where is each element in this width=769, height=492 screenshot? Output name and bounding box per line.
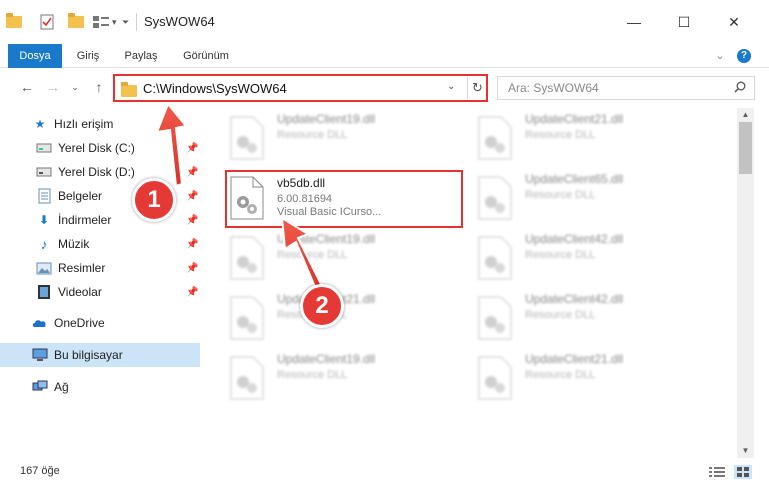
dll-file-icon bbox=[229, 236, 267, 280]
tab-file[interactable]: Dosya bbox=[8, 44, 62, 68]
pin-icon[interactable]: 📌 bbox=[186, 239, 198, 250]
tab-share[interactable]: Paylaş bbox=[116, 44, 166, 68]
nav-this-pc[interactable]: Bu bilgisayar bbox=[0, 343, 200, 367]
address-row: ← → ⌄ ↑ C:\Windows\SysWOW64 ⌄ ↻ Ara: Sys… bbox=[0, 70, 769, 104]
dll-file-icon bbox=[229, 356, 267, 400]
callout-marker-2: 2 bbox=[300, 284, 344, 328]
folder-icon bbox=[6, 13, 22, 30]
help-icon[interactable]: ? bbox=[737, 49, 751, 63]
close-button[interactable]: ✕ bbox=[711, 6, 757, 38]
forward-button[interactable]: → bbox=[44, 78, 62, 96]
drive-icon bbox=[36, 164, 52, 180]
scroll-thumb[interactable] bbox=[739, 122, 752, 174]
nav-videos[interactable]: Videolar 📌 bbox=[0, 280, 200, 304]
nav-disk-d[interactable]: Yerel Disk (D:) 📌 bbox=[0, 160, 200, 184]
pin-icon[interactable]: 📌 bbox=[186, 191, 198, 202]
pin-icon[interactable]: 📌 bbox=[186, 143, 198, 154]
dll-file-icon bbox=[229, 296, 267, 340]
search-input[interactable]: Ara: SysWOW64 bbox=[508, 81, 599, 95]
address-path[interactable]: C:\Windows\SysWOW64 bbox=[143, 81, 287, 96]
ribbon-expand-icon[interactable]: ⌄ bbox=[710, 44, 730, 68]
music-icon: ♪ bbox=[40, 236, 48, 252]
scroll-down-icon[interactable]: ▼ bbox=[737, 444, 754, 458]
ribbon-tabs: Dosya Giriş Paylaş Görünüm ⌄ ? bbox=[0, 44, 769, 68]
list-item[interactable]: UpdateClient19.dll Resource DLL bbox=[229, 232, 459, 290]
search-box[interactable]: Ara: SysWOW64 bbox=[497, 76, 755, 100]
computer-icon bbox=[32, 347, 48, 363]
refresh-button[interactable]: ↻ bbox=[467, 77, 487, 99]
tab-view[interactable]: Görünüm bbox=[176, 44, 236, 68]
item-count: 167 öğe bbox=[20, 465, 60, 477]
window-title: SysWOW64 bbox=[144, 14, 215, 29]
qa-dropdown-icon[interactable]: ▾ bbox=[112, 14, 117, 30]
address-bar[interactable]: C:\Windows\SysWOW64 ⌄ ↻ bbox=[113, 74, 488, 102]
dll-file-icon bbox=[477, 116, 515, 160]
nav-quick-access[interactable]: ★ Hızlı erişim bbox=[0, 112, 200, 136]
list-item[interactable]: UpdateClient21.dllResource DLL bbox=[477, 112, 707, 170]
nav-network[interactable]: Ağ bbox=[0, 375, 200, 399]
navigation-pane: ★ Hızlı erişim Yerel Disk (C:) 📌 Yerel D… bbox=[0, 108, 205, 460]
dll-file-icon bbox=[477, 176, 515, 220]
video-icon bbox=[36, 284, 52, 300]
recent-locations-button[interactable]: ⌄ bbox=[66, 78, 84, 96]
callout-marker-1: 1 bbox=[132, 178, 176, 222]
title-bar: ▾ ⏷ SysWOW64 — ☐ ✕ bbox=[0, 0, 769, 44]
drive-icon bbox=[36, 140, 52, 156]
address-dropdown-icon[interactable]: ⌄ bbox=[447, 81, 455, 92]
scroll-up-icon[interactable]: ▲ bbox=[737, 108, 754, 122]
nav-music[interactable]: ♪ Müzik 📌 bbox=[0, 232, 200, 256]
minimize-button[interactable]: — bbox=[611, 6, 657, 38]
properties-icon[interactable] bbox=[40, 14, 54, 30]
cloud-icon bbox=[32, 315, 48, 331]
new-folder-icon[interactable] bbox=[68, 13, 84, 30]
search-icon bbox=[734, 81, 746, 93]
pin-icon[interactable]: 📌 bbox=[186, 167, 198, 178]
pin-icon[interactable]: 📌 bbox=[186, 263, 198, 274]
maximize-button[interactable]: ☐ bbox=[661, 6, 707, 38]
vertical-scrollbar[interactable]: ▲ ▼ bbox=[737, 108, 754, 458]
details-view-icon[interactable] bbox=[708, 465, 726, 479]
documents-icon bbox=[36, 188, 52, 204]
dll-file-icon bbox=[477, 356, 515, 400]
status-bar: 167 öğe bbox=[0, 460, 769, 492]
list-item[interactable]: UpdateClient42.dll Resource DLL bbox=[477, 232, 707, 290]
file-list: UpdateClient19.dll Resource DLL UpdateCli… bbox=[205, 108, 737, 458]
view-options-icon[interactable] bbox=[92, 14, 112, 30]
highlight-box bbox=[225, 170, 463, 228]
pictures-icon bbox=[36, 260, 52, 276]
dll-file-icon bbox=[477, 296, 515, 340]
back-button[interactable]: ← bbox=[18, 78, 36, 96]
list-item[interactable]: UpdateClient65.dll Resource DLL bbox=[477, 172, 707, 230]
list-item[interactable]: UpdateClient19.dll Resource DLL bbox=[229, 352, 459, 410]
pin-icon[interactable]: 📌 bbox=[186, 287, 198, 298]
up-button[interactable]: ↑ bbox=[90, 78, 108, 96]
list-item[interactable]: UpdateClient21.dllResource DLL bbox=[477, 352, 707, 410]
tiles-view-icon[interactable] bbox=[734, 465, 752, 479]
tab-home[interactable]: Giriş bbox=[66, 44, 110, 68]
pin-icon[interactable]: 📌 bbox=[186, 215, 198, 226]
star-icon: ★ bbox=[34, 117, 46, 131]
dll-file-icon bbox=[229, 116, 267, 160]
customize-qa-icon[interactable]: ⏷ bbox=[122, 14, 129, 30]
download-icon: ⬇ bbox=[38, 213, 50, 227]
list-item[interactable]: UpdateClient19.dll Resource DLL bbox=[229, 112, 459, 170]
nav-disk-c[interactable]: Yerel Disk (C:) 📌 bbox=[0, 136, 200, 160]
list-item[interactable]: UpdateClient42.dll Resource DLL bbox=[477, 292, 707, 350]
nav-pictures[interactable]: Resimler 📌 bbox=[0, 256, 200, 280]
nav-onedrive[interactable]: OneDrive bbox=[0, 311, 200, 335]
folder-icon bbox=[121, 82, 137, 97]
network-icon bbox=[32, 379, 48, 395]
list-item[interactable]: UpdateClient21.dllResource DLL bbox=[229, 292, 459, 350]
dll-file-icon bbox=[477, 236, 515, 280]
